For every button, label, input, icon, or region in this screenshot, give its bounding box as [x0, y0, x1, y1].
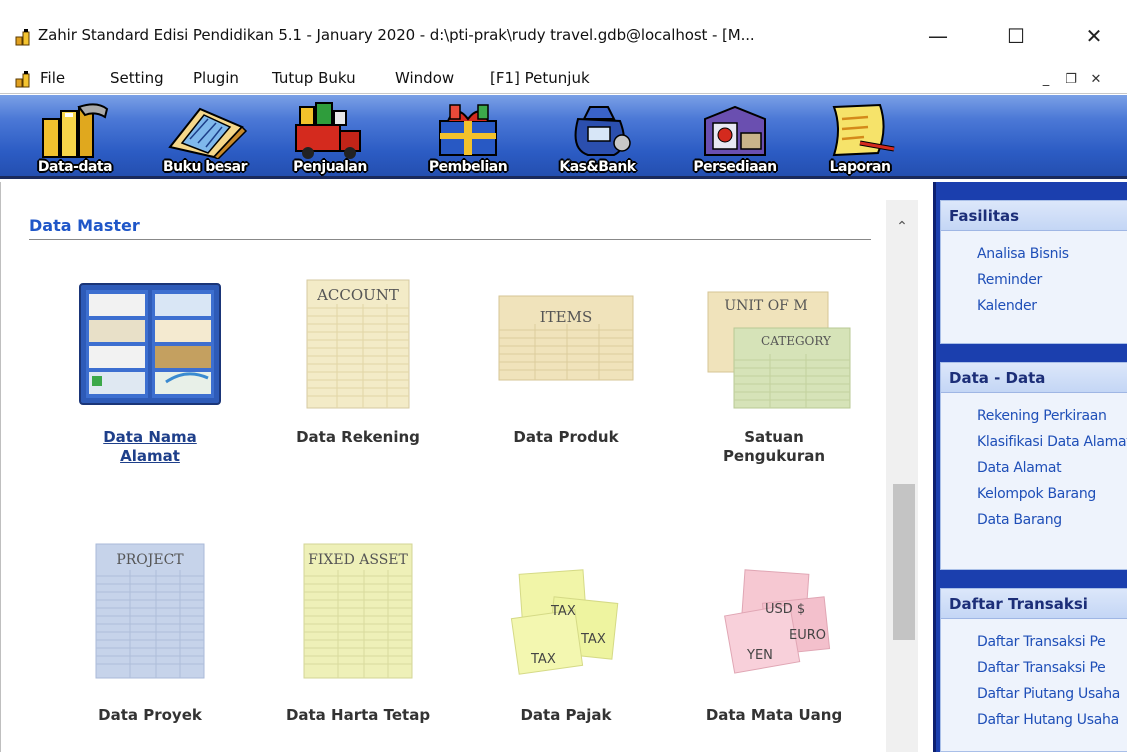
link-data-barang[interactable]: Data Barang: [941, 507, 1127, 533]
thumb-caption: ACCOUNT: [317, 286, 399, 304]
vertical-scrollbar[interactable]: [886, 200, 918, 752]
link-rekening-perkiraan[interactable]: Rekening Perkiraan: [941, 403, 1127, 429]
toolbar-label: Buku besar: [163, 159, 248, 175]
toolbar-persediaan-button[interactable]: Persediaan: [680, 95, 790, 179]
menu-plugin[interactable]: Plugin: [193, 69, 239, 87]
thumb-caption: UNIT OF M: [724, 298, 808, 314]
account-ledger-thumb: ACCOUNT: [263, 278, 453, 428]
toolbar-buku-besar-button[interactable]: Buku besar: [150, 95, 260, 179]
link-reminder[interactable]: Reminder: [941, 267, 1127, 293]
title-bar: Zahir Standard Edisi Pendidikan 5.1 - Ja…: [0, 0, 1127, 64]
card-label: Data Mata Uang: [705, 706, 843, 724]
menu-window[interactable]: Window: [395, 69, 454, 87]
toolbar-label: Data-data: [37, 159, 113, 175]
toolbar-label: Persediaan: [693, 159, 777, 175]
thumb-caption: FIXED ASSET: [308, 552, 408, 568]
menu-tutup-buku[interactable]: Tutup Buku: [272, 69, 356, 87]
section-divider: [29, 239, 871, 240]
mdi-minimize-button[interactable]: _: [1036, 71, 1056, 89]
thumb-caption: ITEMS: [539, 308, 593, 326]
panel-header[interactable]: Fasilitas: [941, 201, 1127, 231]
thumb-caption: PROJECT: [116, 552, 184, 568]
link-klasifikasi-data-alamat[interactable]: Klasifikasi Data Alamat: [941, 429, 1127, 455]
card-label[interactable]: Data Nama Alamat: [55, 428, 245, 466]
fixed-asset-ledger-thumb: FIXED ASSET: [263, 542, 453, 692]
link-daftar-transaksi-penjualan[interactable]: Daftar Transaksi Pe: [941, 629, 1127, 655]
panel-data-data: Data - Data Rekening Perkiraan Klasifika…: [940, 362, 1127, 570]
note-text-3: YEN: [747, 648, 773, 663]
business-card-binder-thumb: [55, 278, 245, 428]
tax-notes-thumb: TAX TAX TAX: [471, 542, 661, 692]
project-ledger-thumb: PROJECT: [55, 542, 245, 692]
link-analisa-bisnis[interactable]: Analisa Bisnis: [941, 241, 1127, 267]
menu-petunjuk[interactable]: [F1] Petunjuk: [490, 69, 590, 87]
gift-box-icon: [439, 104, 497, 156]
note-text-1: USD $: [765, 602, 806, 617]
mdi-restore-button[interactable]: ❐: [1061, 71, 1081, 89]
card-label-line2: Pengukuran: [722, 447, 826, 465]
panel-header[interactable]: Daftar Transaksi: [941, 589, 1127, 619]
main-toolbar: Data-data Buku besar Penjualan Pembelian…: [0, 95, 1127, 179]
toolbar-label: Kas&Bank: [559, 159, 636, 175]
toolbar-label: Pembelian: [428, 159, 508, 175]
link-daftar-hutang-usaha[interactable]: Daftar Hutang Usaha: [941, 707, 1127, 733]
panel-daftar-transaksi: Daftar Transaksi Daftar Transaksi Pe Daf…: [940, 588, 1127, 752]
currency-notes-thumb: USD $ EURO YEN: [679, 542, 869, 692]
scroll-up-arrow[interactable]: ⌃: [886, 212, 918, 242]
ledger-icon: [168, 107, 248, 159]
card-label: Satuan Pengukuran: [679, 428, 869, 466]
note-text-3: TAX: [531, 652, 556, 667]
app-menu-icon[interactable]: [14, 70, 32, 88]
card-label: Data Pajak: [520, 706, 612, 724]
card-label-line1[interactable]: Data Nama: [103, 428, 197, 446]
note-text-2: EURO: [789, 628, 826, 643]
window-title: Zahir Standard Edisi Pendidikan 5.1 - Ja…: [38, 26, 755, 44]
minimize-button[interactable]: —: [912, 18, 964, 54]
app-icon: [15, 29, 30, 46]
panel-fasilitas: Fasilitas Analisa Bisnis Reminder Kalend…: [940, 200, 1127, 344]
link-kalender[interactable]: Kalender: [941, 293, 1127, 319]
toolbar-pembelian-button[interactable]: Pembelian: [418, 95, 518, 179]
items-ledger-thumb: ITEMS: [471, 278, 661, 428]
card-label: Data Proyek: [98, 706, 202, 724]
menu-bar: File Setting Plugin Tutup Buku Window [F…: [0, 64, 1127, 94]
toolbar-data-data-button[interactable]: Data-data: [30, 95, 120, 179]
toolbar-kas-bank-button[interactable]: Kas&Bank: [550, 95, 645, 179]
toolbar-label: Penjualan: [293, 159, 367, 175]
menu-file[interactable]: File: [40, 69, 65, 87]
note-text-2: TAX: [581, 632, 606, 647]
card-label: Data Rekening: [296, 428, 420, 446]
panel-header[interactable]: Data - Data: [941, 363, 1127, 393]
toolbar-laporan-button[interactable]: Laporan: [810, 95, 910, 179]
maximize-button[interactable]: ☐: [990, 18, 1042, 54]
side-panel: Fasilitas Analisa Bisnis Reminder Kalend…: [933, 182, 1127, 752]
mdi-close-button[interactable]: ✕: [1086, 71, 1106, 89]
menu-setting[interactable]: Setting: [110, 69, 164, 87]
truck-gifts-icon: [295, 102, 361, 159]
toolbar-label: Laporan: [829, 159, 891, 175]
warehouse-box-icon: [704, 105, 766, 156]
link-daftar-transaksi-pembelian[interactable]: Daftar Transaksi Pe: [941, 655, 1127, 681]
scrollbar-thumb[interactable]: [893, 484, 915, 640]
binders-icon: [42, 103, 109, 158]
card-label-line2[interactable]: Alamat: [120, 447, 180, 465]
link-daftar-piutang-usaha[interactable]: Daftar Piutang Usaha: [941, 681, 1127, 707]
section-title: Data Master: [29, 216, 140, 235]
thumb-caption-secondary: CATEGORY: [761, 334, 831, 348]
link-kelompok-barang[interactable]: Kelompok Barang: [941, 481, 1127, 507]
card-label: Data Harta Tetap: [285, 706, 431, 724]
main-content: Data Master Data Nama Alamat ACCOUNT Dat…: [0, 182, 933, 752]
toolbar-penjualan-button[interactable]: Penjualan: [285, 95, 375, 179]
note-text-1: TAX: [551, 604, 576, 619]
unit-category-thumb: UNIT OF M CATEGORY: [679, 278, 869, 428]
card-label: Data Produk: [513, 428, 619, 446]
money-bag-icon: [574, 106, 631, 156]
close-button[interactable]: ✕: [1068, 18, 1120, 54]
report-scroll-icon: [832, 103, 895, 157]
link-data-alamat[interactable]: Data Alamat: [941, 455, 1127, 481]
card-label-line1: Satuan: [744, 428, 804, 446]
